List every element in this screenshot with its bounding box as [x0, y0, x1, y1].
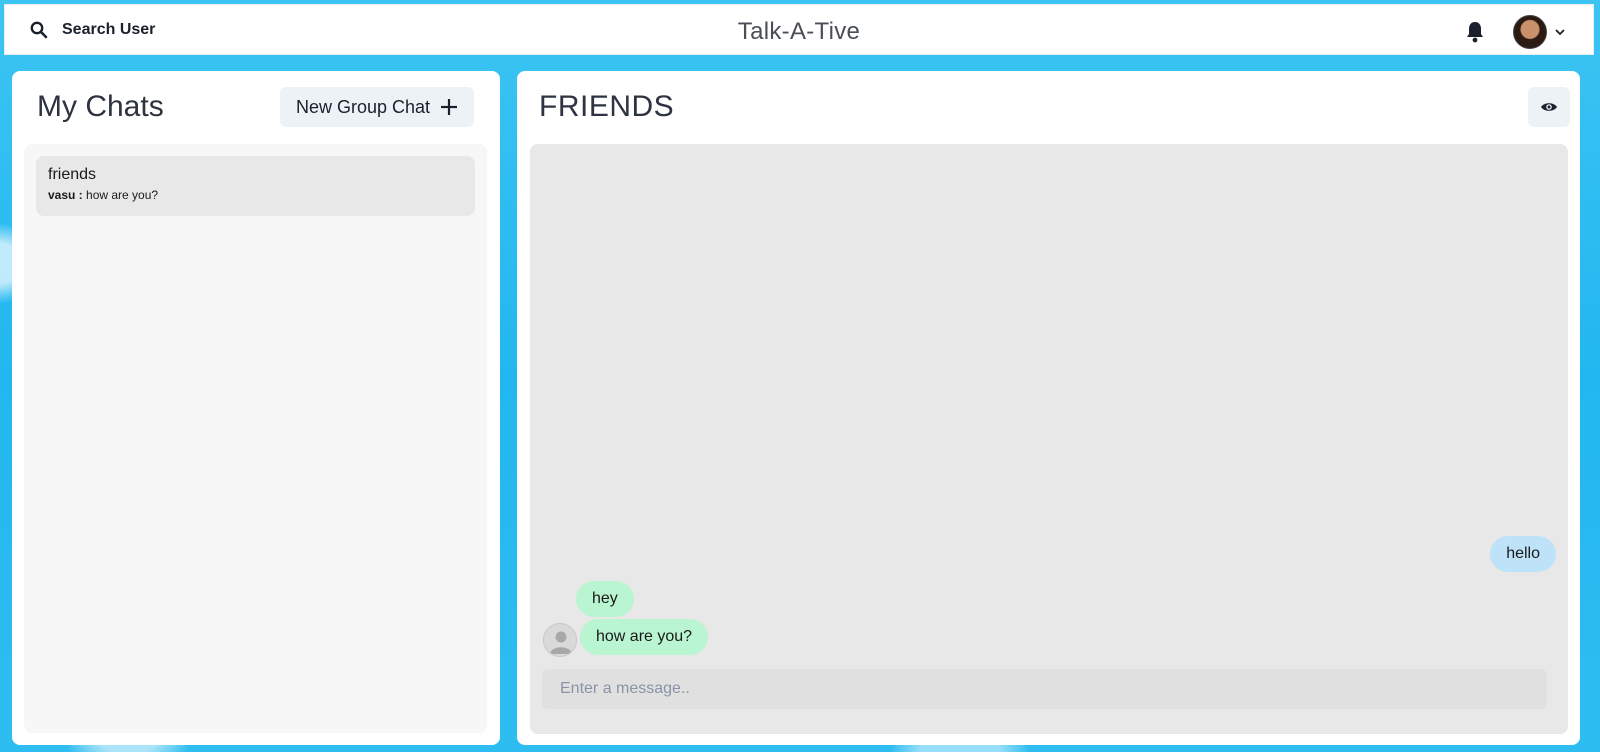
message-bubble-sent: hello	[1490, 536, 1556, 572]
bell-icon	[1467, 22, 1483, 43]
chevron-down-icon	[1555, 29, 1565, 36]
chat-preview-sender: vasu :	[48, 188, 83, 202]
chat-preview-message: how are you?	[86, 188, 159, 202]
new-group-chat-label: New Group Chat	[295, 96, 431, 117]
profile-menu-button[interactable]	[1513, 15, 1565, 49]
app-title: Talk-A-Tive	[737, 18, 861, 45]
my-chats-title: My Chats	[37, 90, 164, 123]
top-bar: Search User Talk-A-Tive	[4, 4, 1594, 55]
plus-icon	[441, 99, 458, 115]
view-group-info-button[interactable]	[1528, 87, 1570, 127]
new-group-chat-button[interactable]: New Group Chat	[280, 87, 474, 127]
chat-list: friends vasu : how are you?	[24, 144, 487, 733]
message-bubble-received: how are you?	[580, 619, 709, 655]
eye-icon	[1541, 103, 1557, 111]
chat-panel: FRIENDS hello hey how are you?	[517, 71, 1580, 745]
message-bubble-received: hey	[576, 581, 634, 617]
sender-avatar	[543, 623, 577, 657]
notifications-button[interactable]	[1465, 21, 1485, 48]
chat-list-item[interactable]: friends vasu : how are you?	[36, 156, 475, 216]
message-area: hello hey how are you?	[530, 144, 1568, 734]
message-input[interactable]	[542, 669, 1547, 709]
chat-name: friends	[48, 166, 97, 183]
avatar	[1513, 15, 1547, 49]
chat-title: FRIENDS	[539, 90, 675, 123]
chat-preview: vasu : how are you?	[48, 188, 463, 202]
user-avatar-icon	[550, 631, 572, 654]
my-chats-panel: My Chats New Group Chat friends vasu : h…	[12, 71, 500, 745]
